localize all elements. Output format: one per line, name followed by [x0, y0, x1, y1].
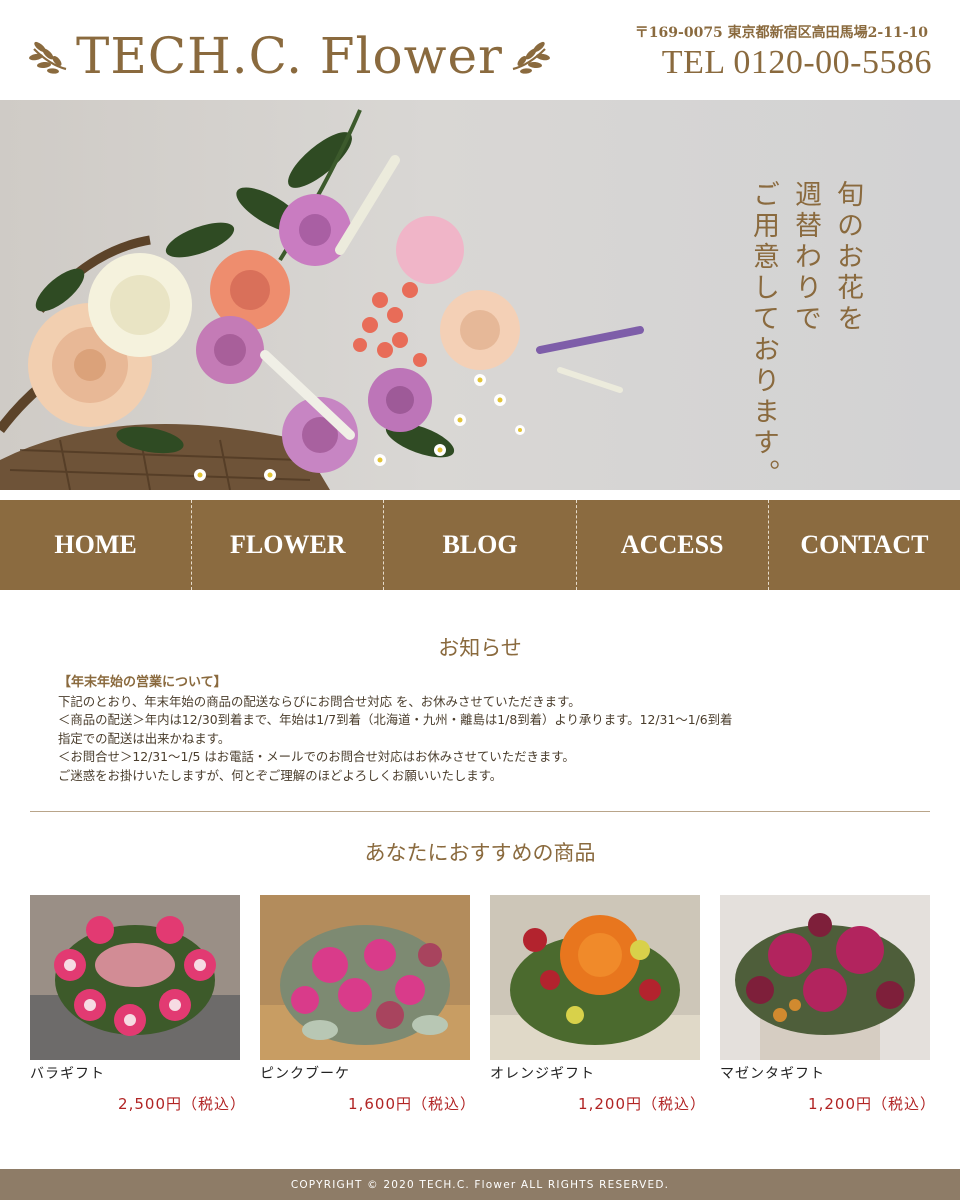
notice-title: お知らせ: [438, 636, 522, 660]
logo-text: TECH.C. Flower: [76, 27, 503, 85]
product-card[interactable]: バラギフト 2,500円（税込）: [30, 895, 245, 1113]
notice-line: ＜商品の配送＞年内は12/30到着まで、年始は1/7到着（北海道・九州・離島は1…: [58, 712, 733, 727]
shop-address: 〒169-0075 東京都新宿区高田馬場2-11-10: [634, 25, 928, 41]
site-logo[interactable]: TECH.C. Flower: [28, 26, 551, 86]
magenta-gift-image[interactable]: [720, 895, 930, 1060]
notice-heading: 【年末年始の営業について】: [58, 675, 227, 690]
rose-gift-image[interactable]: [30, 895, 240, 1060]
hero-tagline: 旬のお花を 週替わりで ご用意しております。: [746, 180, 864, 490]
product-name[interactable]: オレンジギフト: [490, 1063, 595, 1083]
laurel-left-icon: [29, 41, 67, 74]
product-name[interactable]: ピンクブーケ: [260, 1063, 350, 1083]
site-header: TECH.C. Flower 〒169-0075 東京都新宿区高田馬場2-11-…: [0, 0, 960, 100]
nav-contact[interactable]: CONTACT: [767, 500, 960, 590]
product-price: 1,600円（税込）: [348, 1095, 476, 1113]
notice-line: ＜お問合せ＞12/31〜1/5 はお電話・メールでのお問合せ対応はお休みさせてい…: [58, 749, 575, 764]
pink-bouquet-image[interactable]: [260, 895, 470, 1060]
copyright-text: COPYRIGHT © 2020 TECH.C. Flower ALL RIGH…: [290, 1178, 670, 1191]
tagline-line-3: ご用意しております。: [748, 180, 779, 490]
nav-flower[interactable]: FLOWER: [191, 500, 383, 590]
section-divider: [30, 811, 930, 812]
product-price: 1,200円（税込）: [808, 1095, 936, 1113]
tagline-line-2: 週替わりで: [790, 180, 821, 335]
product-price: 1,200円（税込）: [578, 1095, 706, 1113]
site-footer: COPYRIGHT © 2020 TECH.C. Flower ALL RIGH…: [0, 1169, 960, 1200]
notice-line: ご迷惑をお掛けいたしますが、何とぞご理解のほどよろしくお願いいたします。: [58, 767, 503, 783]
product-name[interactable]: バラギフト: [30, 1063, 105, 1083]
recommend-title: あなたにおすすめの商品: [364, 841, 596, 865]
phone-number[interactable]: TEL 0120-00-5586: [662, 44, 932, 82]
nav-home[interactable]: HOME: [0, 500, 191, 590]
tagline-line-1: 旬のお花を: [832, 180, 863, 335]
nav-access[interactable]: ACCESS: [575, 500, 768, 590]
product-card[interactable]: ピンクブーケ 1,600円（税込）: [260, 895, 475, 1113]
product-name[interactable]: マゼンタギフト: [720, 1063, 825, 1083]
global-nav: HOME FLOWER BLOG ACCESS CONTACT: [0, 500, 960, 590]
hero-banner: 旬のお花を 週替わりで ご用意しております。: [0, 100, 960, 490]
nav-blog[interactable]: BLOG: [383, 500, 575, 590]
notice-line: 下記のとおり、年末年始の商品の配送ならびにお問合せ対応 を、お休みさせていただき…: [58, 693, 581, 709]
product-card[interactable]: マゼンタギフト 1,200円（税込）: [720, 895, 935, 1113]
notice-line: 指定での配送は出来かねます。: [58, 730, 231, 746]
product-card[interactable]: オレンジギフト 1,200円（税込）: [490, 895, 705, 1113]
orange-gift-image[interactable]: [490, 895, 700, 1060]
notice-body: 【年末年始の営業について】 下記のとおり、年末年始の商品の配送ならびにお問合せ対…: [58, 674, 918, 785]
product-price: 2,500円（税込）: [118, 1095, 246, 1113]
laurel-right-icon: [512, 41, 550, 74]
